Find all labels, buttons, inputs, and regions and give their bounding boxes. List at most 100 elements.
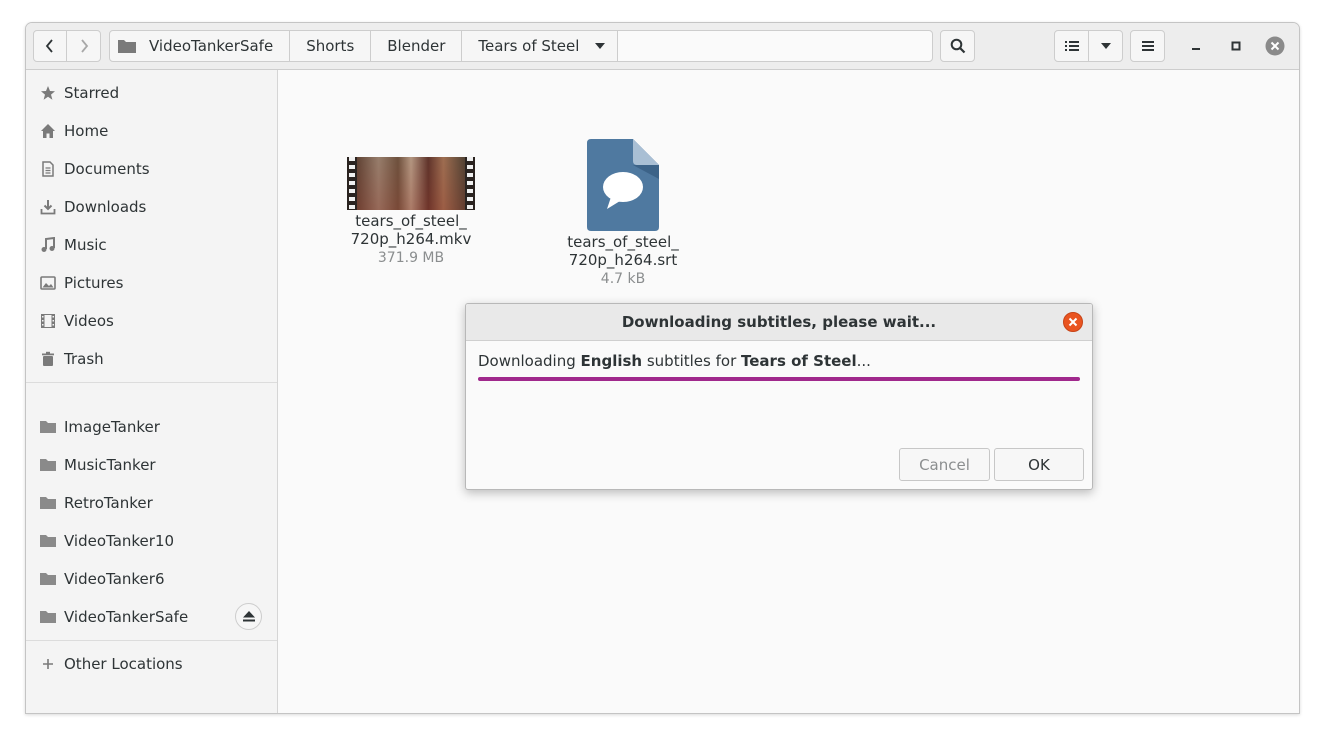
minimize-button[interactable] xyxy=(1186,36,1206,56)
music-icon xyxy=(40,237,56,253)
sidebar-drive-videotanker10[interactable]: VideoTanker10 xyxy=(26,522,277,560)
dialog-title: Downloading subtitles, please wait... xyxy=(466,304,1092,341)
message-prefix: Downloading xyxy=(478,352,581,370)
sidebar-drive-retrotanker[interactable]: RetroTanker xyxy=(26,484,277,522)
sidebar-item-starred[interactable]: Starred xyxy=(26,74,277,112)
sidebar-drive-videotanker6[interactable]: VideoTanker6 xyxy=(26,560,277,598)
close-window-button[interactable] xyxy=(1265,36,1285,56)
path-bar: VideoTankerSafe Shorts Blender Tears of … xyxy=(109,30,933,62)
message-language: English xyxy=(580,352,643,370)
sidebar-item-label: Documents xyxy=(64,160,150,178)
file-name: 720p_h264.srt xyxy=(568,251,678,269)
folder-icon xyxy=(40,419,56,435)
sidebar-item-label: VideoTanker10 xyxy=(64,532,175,550)
file-item-mkv[interactable]: tears_of_steel_ 720p_h264.mkv 371.9 MB xyxy=(336,157,486,266)
breadcrumb-current[interactable]: Tears of Steel xyxy=(462,31,619,61)
cancel-label: Cancel xyxy=(919,455,970,474)
download-icon xyxy=(40,199,56,215)
picture-icon xyxy=(40,275,56,291)
progress-bar xyxy=(478,377,1080,381)
dialog-message: Downloading English subtitles for Tears … xyxy=(478,352,871,370)
sidebar-item-label: VideoTanker6 xyxy=(64,570,165,588)
sidebar-item-downloads[interactable]: Downloads xyxy=(26,188,277,226)
sidebar-item-trash[interactable]: Trash xyxy=(26,340,277,378)
sidebar-item-videos[interactable]: Videos xyxy=(26,302,277,340)
sidebar-item-label: Pictures xyxy=(64,274,124,292)
sidebar-item-label: Videos xyxy=(64,312,114,330)
sidebar-item-label: ImageTanker xyxy=(64,418,160,436)
breadcrumb-shorts[interactable]: Shorts xyxy=(290,31,372,61)
video-icon xyxy=(40,313,56,329)
folder-icon xyxy=(40,609,56,625)
breadcrumb-label: VideoTankerSafe xyxy=(149,37,274,55)
close-icon xyxy=(1063,312,1083,332)
sidebar-other-locations[interactable]: Other Locations xyxy=(26,645,277,683)
forward-button[interactable] xyxy=(66,30,101,62)
cancel-button[interactable]: Cancel xyxy=(899,448,990,481)
trash-icon xyxy=(40,351,56,367)
plus-icon xyxy=(40,656,56,672)
sidebar-item-label: Music xyxy=(64,236,107,254)
chevron-left-icon xyxy=(45,39,53,53)
subtitle-file-icon xyxy=(587,139,659,231)
file-item-srt[interactable]: tears_of_steel_ 720p_h264.srt 4.7 kB xyxy=(548,139,698,287)
list-view-icon xyxy=(1064,41,1079,51)
sidebar-separator xyxy=(26,640,277,641)
message-middle: subtitles for xyxy=(642,352,742,370)
folder-icon xyxy=(40,457,56,473)
message-movie: Tears of Steel xyxy=(741,352,857,370)
file-name: tears_of_steel_ xyxy=(567,233,679,251)
breadcrumb-label: Shorts xyxy=(306,37,355,55)
sidebar-item-music[interactable]: Music xyxy=(26,226,277,264)
menu-button[interactable] xyxy=(1130,30,1165,62)
sidebar-item-documents[interactable]: Documents xyxy=(26,150,277,188)
file-name: tears_of_steel_ xyxy=(355,212,467,230)
header-bar: VideoTankerSafe Shorts Blender Tears of … xyxy=(26,23,1299,70)
chevron-right-icon xyxy=(80,39,88,53)
minimize-icon xyxy=(1192,48,1200,50)
sidebar-item-label: Trash xyxy=(64,350,104,368)
hamburger-icon xyxy=(1141,41,1154,51)
sidebar-item-label: VideoTankerSafe xyxy=(64,608,189,626)
sidebar: Starred Home Documents Downloads Music P… xyxy=(26,70,278,713)
folder-icon xyxy=(40,495,56,511)
ok-button[interactable]: OK xyxy=(994,448,1084,481)
breadcrumb-root[interactable]: VideoTankerSafe xyxy=(110,31,291,61)
message-suffix: ... xyxy=(856,352,871,370)
sidebar-item-label: Starred xyxy=(64,84,120,102)
breadcrumb-label: Tears of Steel xyxy=(478,37,580,55)
sidebar-drive-imagetanker[interactable]: ImageTanker xyxy=(26,408,277,446)
maximize-button[interactable] xyxy=(1226,36,1246,56)
file-size: 4.7 kB xyxy=(600,271,646,287)
folder-icon xyxy=(40,533,56,549)
progress-track xyxy=(478,377,1080,381)
eject-button[interactable] xyxy=(235,603,262,630)
sidebar-item-pictures[interactable]: Pictures xyxy=(26,264,277,302)
sidebar-item-label: Other Locations xyxy=(64,655,183,673)
chevron-down-icon xyxy=(595,43,606,49)
search-icon xyxy=(950,38,965,54)
dialog-close-button[interactable] xyxy=(1063,312,1083,332)
view-mode-button[interactable] xyxy=(1054,30,1089,62)
breadcrumb-blender[interactable]: Blender xyxy=(371,31,463,61)
path-bar-fill xyxy=(618,31,932,61)
sidebar-drive-musictanker[interactable]: MusicTanker xyxy=(26,446,277,484)
maximize-icon xyxy=(1231,41,1241,51)
sidebar-item-label: RetroTanker xyxy=(64,494,153,512)
document-icon xyxy=(40,161,56,177)
sidebar-item-label: Downloads xyxy=(64,198,147,216)
home-icon xyxy=(40,123,56,139)
chevron-down-icon xyxy=(1100,43,1111,49)
ok-label: OK xyxy=(1028,455,1050,474)
folder-icon xyxy=(40,571,56,587)
view-options-button[interactable] xyxy=(1088,30,1123,62)
file-size: 371.9 MB xyxy=(377,250,445,266)
breadcrumb-label: Blender xyxy=(387,37,446,55)
sidebar-separator xyxy=(26,382,277,383)
folder-icon xyxy=(118,40,136,53)
back-button[interactable] xyxy=(33,30,67,62)
search-button[interactable] xyxy=(940,30,975,62)
sidebar-item-home[interactable]: Home xyxy=(26,112,277,150)
video-thumbnail xyxy=(347,157,475,210)
close-icon xyxy=(1265,36,1285,56)
